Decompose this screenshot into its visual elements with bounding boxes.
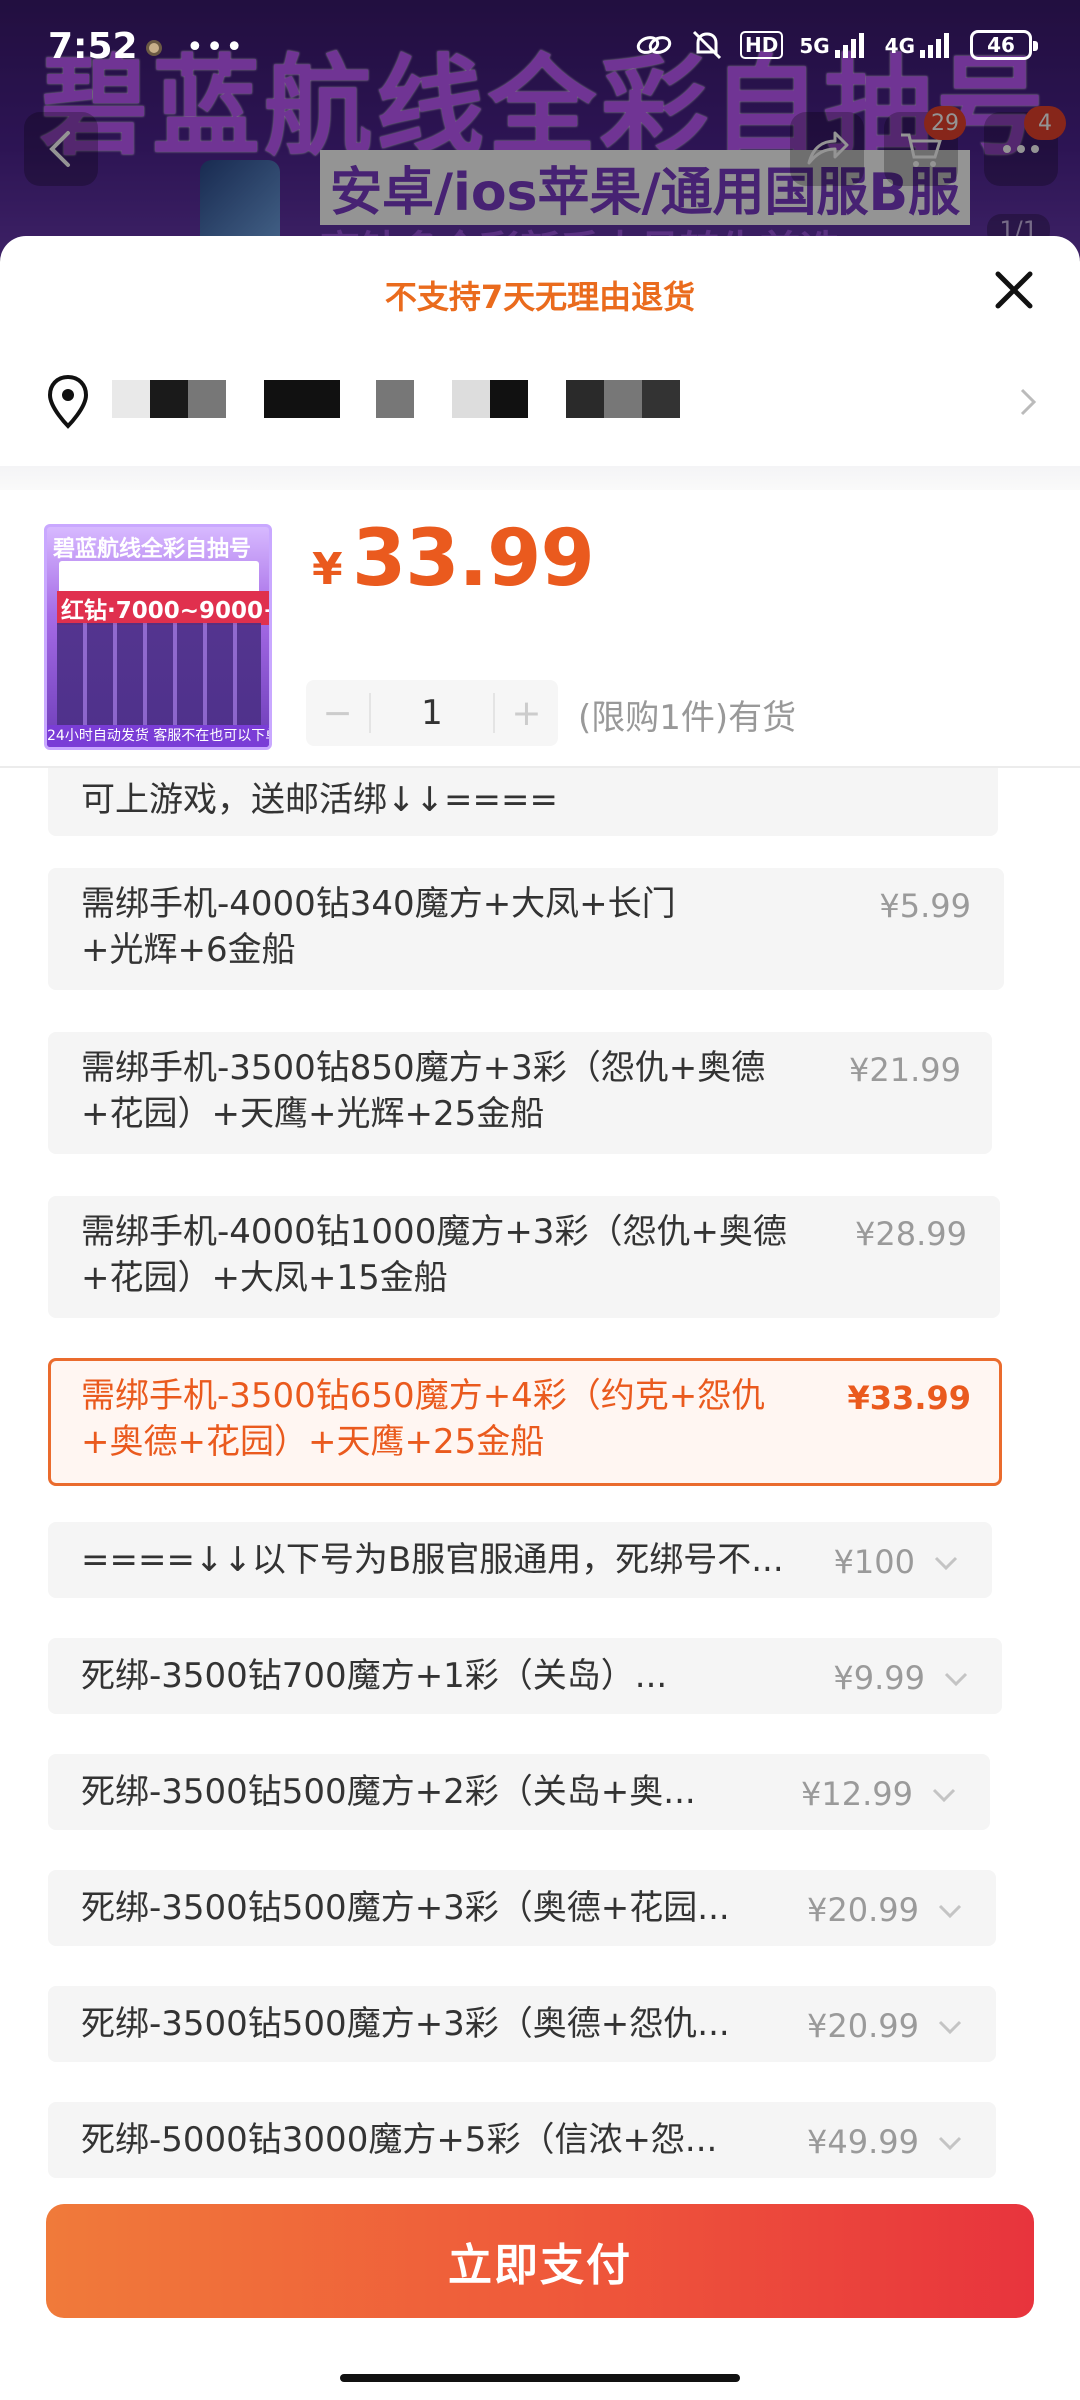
signal-5g-icon: 5G	[799, 32, 868, 58]
sku-option-selected[interactable]: 需绑手机-3500钻650魔方+4彩（约克+怨仇 +奥德+花园）+天鹰+25金船…	[48, 1358, 1002, 1486]
sku-option[interactable]: 死绑-3500钻500魔方+2彩（关岛+奥... ¥12.99	[48, 1754, 990, 1830]
sku-option-price: ¥5.99	[879, 887, 971, 925]
sku-option-name: 需绑手机-4000钻340魔方+大凤+长门	[81, 884, 676, 924]
status-bar: 7:52 ••• HD 5G 4G 46	[0, 0, 1080, 100]
sku-option-price: ¥9.99	[833, 1659, 925, 1697]
sku-option-name: 死绑-3500钻500魔方+3彩（奥德+花园...	[81, 1888, 730, 1928]
sku-option-price: ¥12.99	[801, 1775, 913, 1813]
sku-option[interactable]: 需绑手机-3500钻850魔方+3彩（怨仇+奥德 +花园）+天鹰+光辉+25金船…	[48, 1032, 992, 1154]
sku-option-name: 死绑-3500钻700魔方+1彩（关岛）...	[81, 1656, 668, 1696]
sku-option-price: ¥20.99	[807, 1891, 919, 1929]
quantity-plus-button[interactable]: +	[495, 693, 558, 734]
thumb-title: 碧蓝航线全彩自抽号	[53, 537, 252, 562]
sku-option-name: 可上游戏，送邮活绑↓↓====	[81, 780, 558, 820]
sku-option-name: 死绑-3500钻500魔方+2彩（关岛+奥...	[81, 1772, 696, 1812]
address-masked	[112, 380, 680, 420]
chevron-down-icon[interactable]	[937, 2019, 963, 2035]
status-time: 7:52	[48, 26, 138, 67]
notification-dot-icon	[146, 40, 162, 56]
location-pin-icon	[47, 374, 89, 429]
network-4g-label: 4G	[884, 34, 915, 58]
sku-option-name-line2: +花园）+天鹰+光辉+25金船	[81, 1094, 545, 1134]
sku-option-price: ¥28.99	[855, 1215, 967, 1253]
sku-option[interactable]: 死绑-3500钻700魔方+1彩（关岛）... ¥9.99	[48, 1638, 1002, 1714]
sku-option-name: 死绑-3500钻500魔方+3彩（奥德+怨仇...	[81, 2004, 730, 2044]
stock-note: (限购1件)有货	[578, 698, 797, 738]
quantity-stepper: − 1 +	[306, 680, 558, 746]
sku-option-name-line2: +光辉+6金船	[81, 930, 296, 970]
product-price: 33.99	[352, 514, 595, 604]
sku-option-name-line2: +花园）+大凤+15金船	[81, 1258, 448, 1298]
sku-option[interactable]: 死绑-5000钻3000魔方+5彩（信浓+怨... ¥49.99	[48, 2102, 996, 2178]
section-divider	[0, 466, 1080, 490]
chevron-down-icon[interactable]	[937, 2135, 963, 2151]
more-notifications-icon: •••	[186, 30, 246, 65]
sku-option-price: ¥49.99	[807, 2123, 919, 2161]
home-indicator[interactable]	[340, 2374, 740, 2382]
sku-option-name: 死绑-5000钻3000魔方+5彩（信浓+怨...	[81, 2120, 718, 2160]
sku-option-name: 需绑手机-4000钻1000魔方+3彩（怨仇+奥德	[81, 1212, 787, 1252]
chevron-down-icon[interactable]	[943, 1671, 969, 1687]
chevron-down-icon[interactable]	[931, 1787, 957, 1803]
sku-option[interactable]: 死绑-3500钻500魔方+3彩（奥德+花园... ¥20.99	[48, 1870, 996, 1946]
mute-bell-icon	[692, 30, 722, 60]
quantity-value[interactable]: 1	[368, 693, 496, 733]
return-policy-notice: 不支持7天无理由退货	[384, 278, 696, 316]
shipping-address-row[interactable]	[0, 360, 1080, 450]
chevron-down-icon[interactable]	[937, 1903, 963, 1919]
chevron-down-icon[interactable]	[933, 1555, 959, 1571]
network-5g-label: 5G	[799, 34, 830, 58]
sku-option-name: 需绑手机-3500钻850魔方+3彩（怨仇+奥德	[81, 1048, 766, 1088]
sku-option[interactable]: ====↓↓以下号为B服官服通用，死绑号不... ¥100	[48, 1522, 992, 1598]
sku-option[interactable]: 需绑手机-4000钻340魔方+大凤+长门 +光辉+6金船 ¥5.99	[48, 868, 1004, 990]
chevron-right-icon	[1020, 388, 1037, 416]
sku-option-price: ¥33.99	[847, 1379, 971, 1417]
battery-icon: 46	[970, 30, 1038, 60]
quantity-minus-button[interactable]: −	[306, 693, 369, 734]
sku-option[interactable]: 死绑-3500钻500魔方+3彩（奥德+怨仇... ¥20.99	[48, 1986, 996, 2062]
link-icon	[636, 36, 672, 54]
price-currency: ¥	[312, 544, 343, 595]
sku-option-price: ¥100	[833, 1543, 915, 1581]
sku-option[interactable]: 可上游戏，送邮活绑↓↓====	[48, 768, 998, 836]
signal-4g-icon: 4G	[885, 32, 954, 58]
sku-option-price: ¥20.99	[807, 2007, 919, 2045]
close-icon[interactable]	[988, 264, 1040, 316]
sku-option[interactable]: 需绑手机-4000钻1000魔方+3彩（怨仇+奥德 +花园）+大凤+15金船 ¥…	[48, 1196, 1000, 1318]
sku-option-price: ¥21.99	[849, 1051, 961, 1089]
sku-option-name: ====↓↓以下号为B服官服通用，死绑号不...	[81, 1540, 784, 1580]
product-thumbnail[interactable]: 碧蓝航线全彩自抽号 红钻·7000~9000+ 24小时自动发货 客服不在也可以…	[44, 524, 272, 750]
hd-voice-icon: HD	[739, 31, 784, 59]
thumb-red-label: 红钻·7000~9000+	[57, 591, 269, 625]
pay-now-button[interactable]: 立即支付	[46, 2204, 1034, 2318]
thumb-footer: 24小时自动发货 客服不在也可以下单	[47, 725, 269, 747]
thumb-character-grid	[57, 623, 261, 727]
sku-option-list: 可上游戏，送邮活绑↓↓==== 需绑手机-4000钻340魔方+大凤+长门 +光…	[0, 768, 1080, 2198]
sku-option-name-line2: +奥德+花园）+天鹰+25金船	[81, 1422, 545, 1462]
sku-option-name: 需绑手机-3500钻650魔方+4彩（约克+怨仇	[81, 1376, 766, 1416]
